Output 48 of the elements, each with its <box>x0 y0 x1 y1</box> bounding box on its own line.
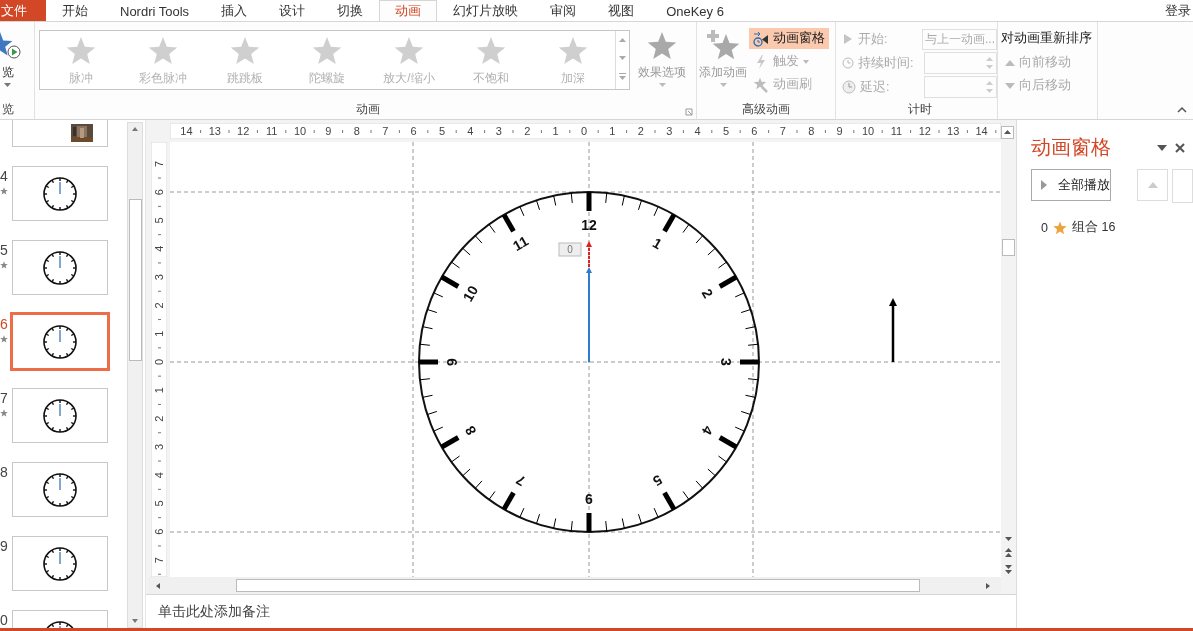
clock-number: 9 <box>444 358 460 366</box>
clock-number: 1 <box>650 234 665 253</box>
slide-number: 8 <box>0 464 8 480</box>
ribbon-tab[interactable]: 审阅 <box>534 0 593 21</box>
pane-title: 动画窗格 <box>1031 135 1111 160</box>
reorder-title: 对动画重新排序 <box>1001 30 1093 47</box>
clock-number: 4 <box>698 423 717 438</box>
clock-number: 12 <box>581 217 597 233</box>
clock-number: 10 <box>459 282 482 305</box>
slide-number: 5 <box>0 242 8 258</box>
slide-number: 0 <box>0 612 8 628</box>
start-dropdown[interactable]: 与上一动画... <box>922 28 997 50</box>
field-label: 持续时间: <box>858 54 914 72</box>
ribbon-tab[interactable]: Nordri Tools <box>104 0 206 21</box>
group-label: 览 <box>1 100 15 118</box>
clock-number: 6 <box>585 491 593 507</box>
clock-number: 2 <box>698 286 717 301</box>
ribbon-tab[interactable]: 视图 <box>592 0 651 21</box>
slide-number: 7 <box>0 390 8 406</box>
preview-label[interactable]: 览 <box>2 64 14 81</box>
ribbon-tab[interactable]: OneKey 6 <box>650 0 740 21</box>
slide-number: 6 <box>0 316 8 332</box>
clock-number: 8 <box>461 423 480 438</box>
horizontal-ruler: 14 13 12 11 10 9 8 7 6 5 4 3 2 1 0 1 2 3 4 5 6 7 8 9 10 11 12 13 14 <box>170 123 1001 139</box>
clock-number: 7 <box>513 471 528 490</box>
ribbon-tab[interactable]: 插入 <box>205 0 264 21</box>
ribbon-tab[interactable]: 幻灯片放映 <box>437 0 535 21</box>
play-all-button[interactable]: 全部播放 <box>1031 169 1111 201</box>
ribbon-button[interactable]: 动画窗格 <box>749 28 829 49</box>
vertical-ruler: 7 6 5 4 3 2 1 0 1 2 3 4 5 6 7 <box>151 142 167 577</box>
ribbon-tab[interactable]: 动画 <box>379 0 438 21</box>
ribbon-tab[interactable]: 切换 <box>321 0 380 21</box>
ribbon-tab[interactable]: 设计 <box>263 0 322 21</box>
sign-in-link[interactable]: 登录 <box>1165 0 1193 21</box>
clock-number: 11 <box>510 232 531 254</box>
slide-number: 9 <box>0 538 8 554</box>
field-label: 开始: <box>858 30 888 48</box>
group-label: 动画 <box>355 100 380 118</box>
file-tab[interactable]: 文件 <box>0 0 46 21</box>
clock-number: 3 <box>718 358 734 366</box>
clock-number: 5 <box>650 471 665 490</box>
group-label: 计时 <box>907 100 932 118</box>
group-label: 高级动画 <box>742 100 790 118</box>
hand-label: 0 <box>558 242 582 257</box>
field-label: 延迟: <box>860 78 890 96</box>
slide-number: 4 <box>0 168 8 184</box>
animation-list-item[interactable]: 0 组合 16 <box>1041 219 1116 236</box>
ribbon-tab[interactable]: 开始 <box>46 0 104 21</box>
